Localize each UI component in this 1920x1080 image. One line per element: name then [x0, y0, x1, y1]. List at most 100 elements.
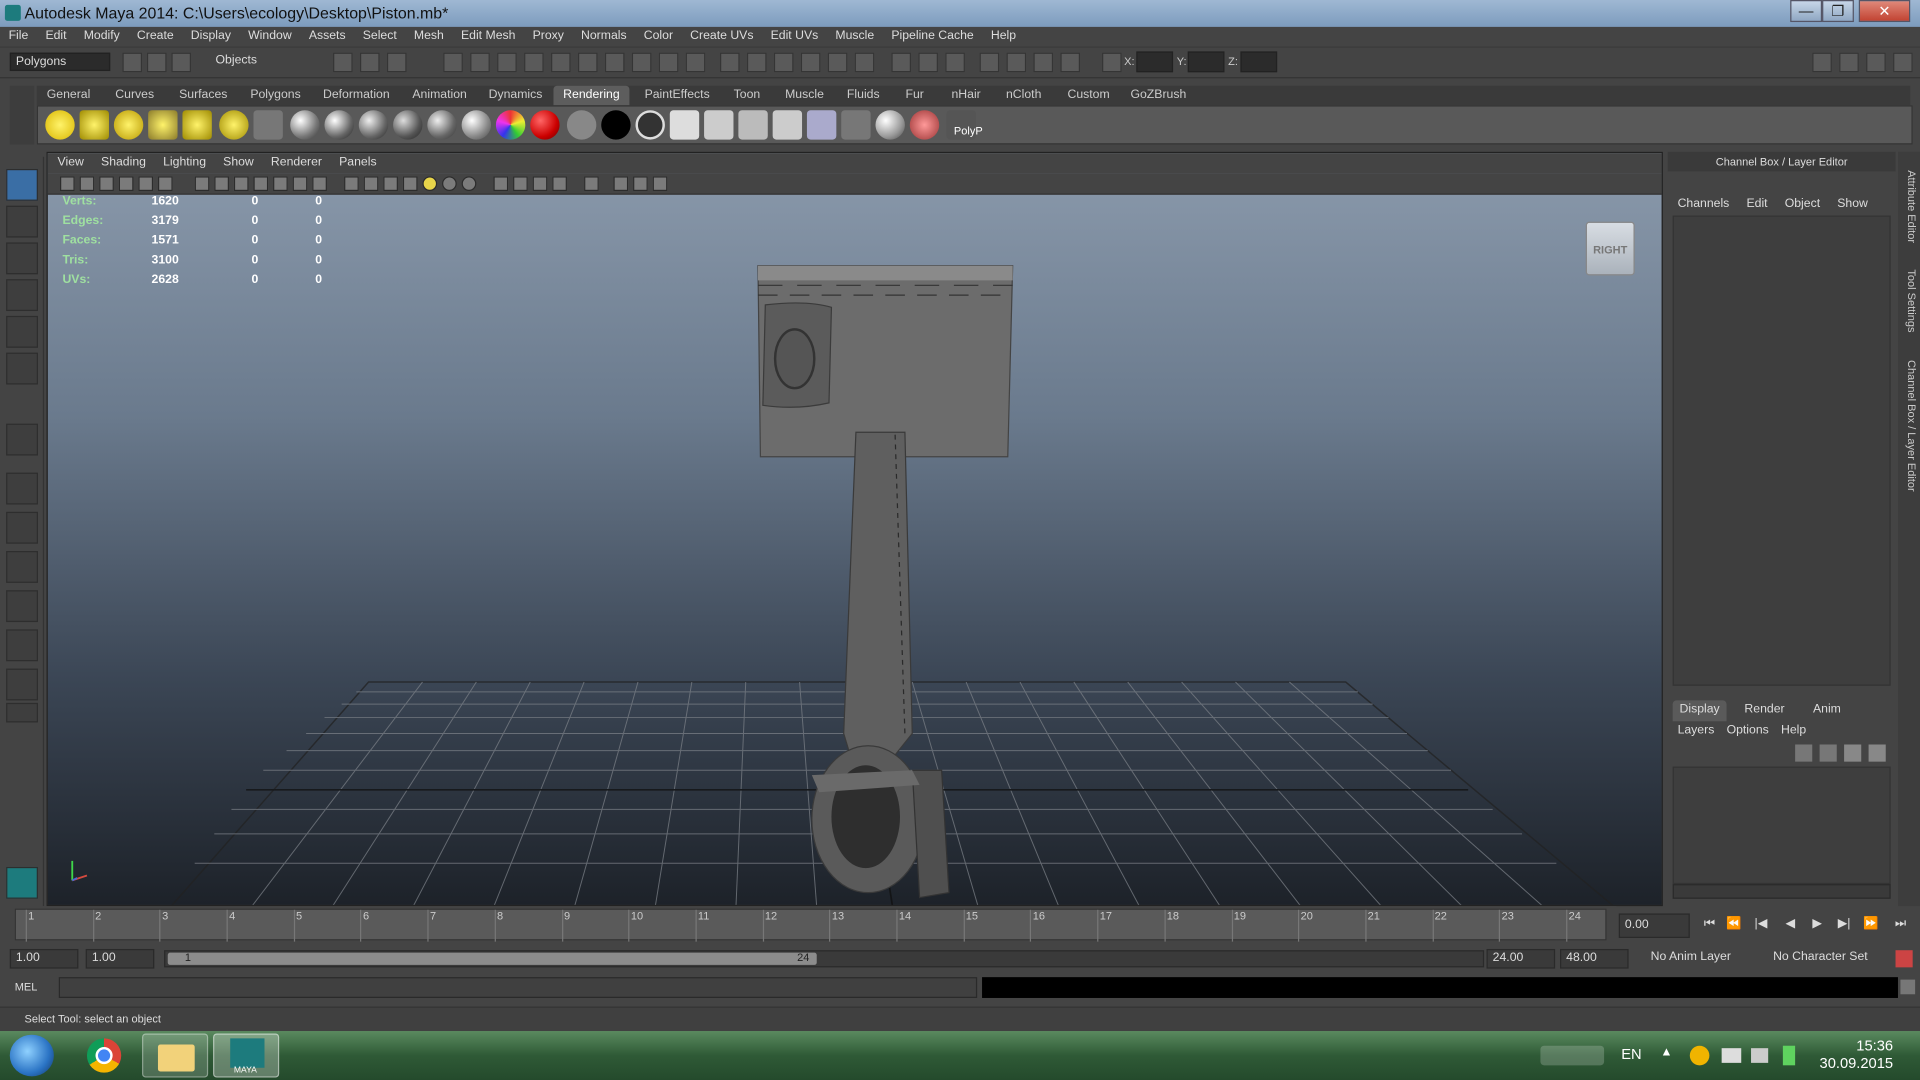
- save-scene-icon[interactable]: [171, 52, 192, 73]
- spot-light-icon[interactable]: [148, 110, 178, 140]
- object-mode-icon[interactable]: [360, 52, 380, 73]
- z-transform-field[interactable]: [1240, 51, 1278, 73]
- select-tool-icon[interactable]: [6, 168, 38, 201]
- shelf-tab-surfaces[interactable]: Surfaces: [169, 86, 238, 106]
- shelf-tab-muscle[interactable]: Muscle: [776, 86, 832, 106]
- select-camera-icon[interactable]: [60, 176, 75, 192]
- range-slider-track[interactable]: 1 24: [164, 950, 1485, 968]
- go-to-start-button[interactable]: ⏮: [1700, 917, 1720, 934]
- hierarchy-mode-icon[interactable]: [333, 52, 353, 73]
- wireframe-on-shaded-icon[interactable]: [383, 176, 398, 192]
- view-cube[interactable]: RIGHT: [1585, 221, 1635, 276]
- menu-set-dropdown[interactable]: Polygons: [9, 52, 111, 72]
- show-channel-box-icon[interactable]: [1893, 52, 1913, 73]
- layer-menu-help[interactable]: Help: [1776, 724, 1813, 737]
- menu-edit[interactable]: Edit: [37, 27, 75, 42]
- history-icon[interactable]: [854, 52, 875, 73]
- select-surface-icon[interactable]: [524, 52, 544, 73]
- menu-muscle[interactable]: Muscle: [827, 27, 883, 42]
- script-editor-icon[interactable]: [1900, 979, 1916, 995]
- show-hidden-icons-icon[interactable]: ▲: [1660, 1046, 1672, 1059]
- backface-culling-icon[interactable]: [552, 176, 567, 192]
- screen-space-ao-icon[interactable]: [461, 176, 477, 192]
- step-back-frame-button[interactable]: |◀: [1751, 917, 1771, 934]
- network-icon[interactable]: [1721, 1048, 1742, 1063]
- render-settings-shelf-icon[interactable]: [806, 110, 837, 140]
- smooth-shade-icon[interactable]: [363, 176, 379, 192]
- time-slider[interactable]: 1 2 3 4 5 6 7 8 9 10 11 12 13 14 15 16 17 18 19 20 21 22 23 24: [0, 906, 1617, 943]
- paint-select-tool-icon[interactable]: [6, 242, 38, 275]
- layout-four-icon[interactable]: [6, 511, 38, 544]
- snap-view-plane-icon[interactable]: [800, 52, 821, 73]
- minimize-button[interactable]: —: [1790, 0, 1823, 23]
- cb-menu-edit[interactable]: Edit: [1737, 197, 1775, 210]
- gate-mask-icon[interactable]: [253, 176, 269, 192]
- menu-assets[interactable]: Assets: [300, 27, 354, 42]
- render-view-icon[interactable]: [891, 52, 912, 73]
- start-button[interactable]: [9, 1034, 54, 1077]
- share-icon[interactable]: [652, 176, 668, 192]
- menu-edit-uvs[interactable]: Edit UVs: [762, 27, 827, 42]
- rotate-tool-icon[interactable]: [6, 315, 38, 348]
- channel-box-area[interactable]: [1672, 215, 1891, 686]
- select-deformation-icon[interactable]: [551, 52, 571, 73]
- render-view-shelf-icon[interactable]: [669, 110, 700, 140]
- image-plane-icon[interactable]: [118, 176, 134, 192]
- shading-map-icon[interactable]: [530, 110, 560, 140]
- play-forwards-button[interactable]: ▶: [1807, 917, 1827, 934]
- area-light-icon[interactable]: [182, 110, 212, 140]
- shelf-tab-rendering[interactable]: Rendering: [553, 85, 630, 106]
- textured-icon[interactable]: [402, 176, 418, 192]
- transform-mode-icon[interactable]: [1060, 52, 1081, 73]
- taskbar-clock[interactable]: 15:36 30.09.2015: [1817, 1037, 1894, 1071]
- xray-active-icon[interactable]: [532, 176, 548, 192]
- shelf-tab-curves[interactable]: Curves: [103, 86, 167, 106]
- menu-select[interactable]: Select: [354, 27, 405, 42]
- menu-pipeline-cache[interactable]: Pipeline Cache: [883, 27, 983, 42]
- menu-help[interactable]: Help: [982, 27, 1024, 42]
- animation-end-field[interactable]: 48.00: [1560, 948, 1629, 969]
- step-forward-frame-button[interactable]: ▶|: [1834, 917, 1854, 934]
- layout-graph-icon[interactable]: [6, 629, 38, 662]
- show-tool-settings-icon[interactable]: [1866, 52, 1886, 73]
- component-mode-icon[interactable]: [386, 52, 407, 73]
- input-language[interactable]: EN: [1621, 1046, 1641, 1063]
- viewport-menu-panels[interactable]: Panels: [329, 153, 384, 169]
- taskbar-explorer[interactable]: [142, 1033, 209, 1078]
- animation-start-field[interactable]: 1.00: [9, 948, 79, 969]
- ipr-render-icon[interactable]: [945, 52, 965, 73]
- select-render-icon[interactable]: [604, 52, 625, 73]
- render-layer-icon[interactable]: [253, 110, 283, 140]
- layout-single-icon[interactable]: [6, 472, 38, 505]
- highlight-selection-icon[interactable]: [685, 52, 706, 73]
- mel-input[interactable]: [58, 977, 978, 998]
- step-forward-key-button[interactable]: ⏩: [1861, 917, 1881, 934]
- layered-shader-icon[interactable]: [461, 110, 492, 140]
- render-settings-icon[interactable]: [979, 52, 1000, 73]
- select-joint-icon[interactable]: [470, 52, 490, 73]
- absolute-transform-icon[interactable]: [1102, 52, 1122, 73]
- battery-icon[interactable]: [1782, 1045, 1796, 1066]
- layer-horizontal-scrollbar[interactable]: [1672, 884, 1891, 899]
- last-tool-icon[interactable]: [6, 423, 38, 456]
- menu-mesh[interactable]: Mesh: [405, 27, 452, 42]
- viewport-menu-lighting[interactable]: Lighting: [153, 153, 213, 169]
- resolution-gate-icon[interactable]: [233, 176, 249, 192]
- menu-edit-mesh[interactable]: Edit Mesh: [452, 27, 524, 42]
- shelf-tab-dynamics[interactable]: Dynamics: [480, 86, 551, 106]
- phong-shader-icon[interactable]: [358, 110, 389, 140]
- ocean-shader-icon[interactable]: [635, 110, 665, 140]
- menu-window[interactable]: Window: [240, 27, 301, 42]
- hypershade-shelf-icon[interactable]: [841, 110, 871, 140]
- material-icon[interactable]: [875, 110, 905, 140]
- select-misc-icon[interactable]: [631, 52, 652, 73]
- anim-layer-dropdown[interactable]: No Anim Layer: [1645, 948, 1764, 969]
- phong-e-shader-icon[interactable]: [393, 110, 423, 140]
- shelf-tab-ncloth[interactable]: nCloth: [994, 86, 1053, 106]
- taskbar-maya[interactable]: MAYA: [213, 1033, 280, 1078]
- side-tab-tool-settings[interactable]: Tool Settings: [1900, 264, 1917, 337]
- layer-menu-options[interactable]: Options: [1722, 724, 1776, 737]
- new-empty-layer-icon[interactable]: [1844, 744, 1862, 762]
- use-all-lights-icon[interactable]: [422, 176, 438, 192]
- y-transform-field[interactable]: [1187, 51, 1225, 73]
